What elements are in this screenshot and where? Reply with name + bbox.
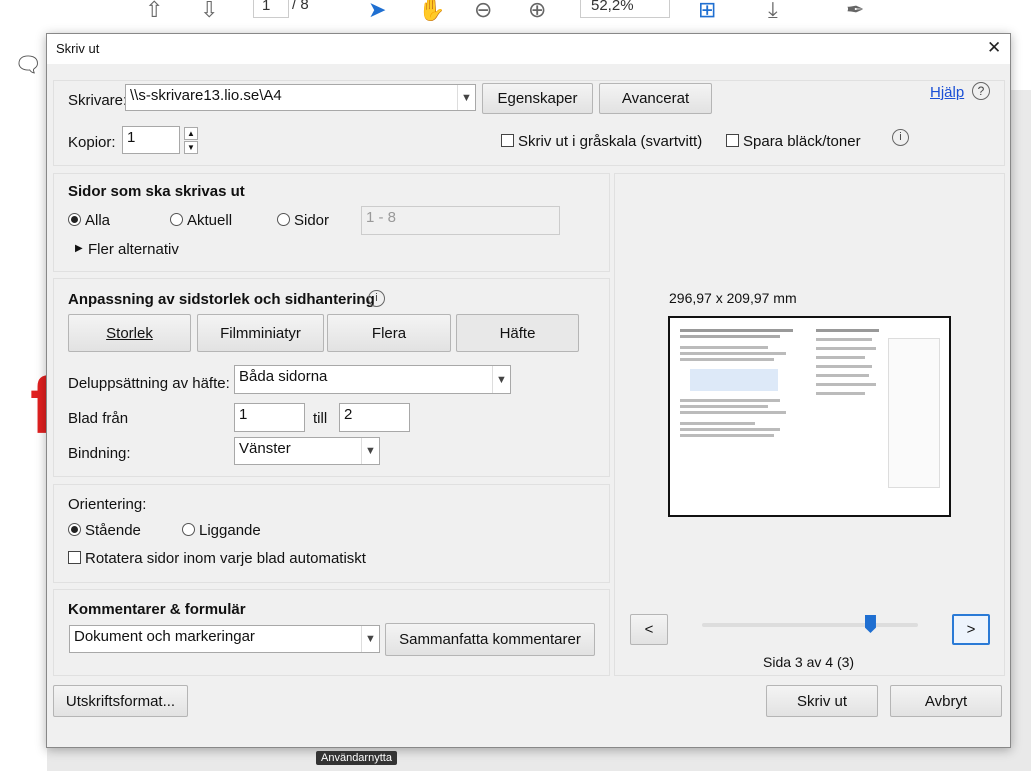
info-icon[interactable]: i <box>892 129 909 146</box>
copies-label: Kopior: <box>68 134 116 151</box>
page-range-radio[interactable] <box>277 213 290 226</box>
page-preview <box>668 316 951 517</box>
reader-toolbar: ⇧ ⇩ 1 / 8 ➤ ✋ ⊖ ⊕ 52,2% ⊞ ⤓ ✒ <box>0 0 1031 30</box>
paper-size-label: 296,97 x 209,97 mm <box>669 290 797 306</box>
tab-thumbnails[interactable]: Filmminiatyr <box>197 314 324 352</box>
copies-up-icon[interactable]: ▲ <box>184 127 198 140</box>
save-ink-label: Spara bläck/toner <box>743 133 861 150</box>
help-icon[interactable]: ? <box>972 82 990 100</box>
to-label: till <box>313 410 328 427</box>
page-range-label: Sidor <box>294 212 330 229</box>
auto-rotate-checkbox[interactable] <box>68 551 81 564</box>
orientation-panel: Orientering: Stående Liggande Rotatera s… <box>53 484 610 583</box>
printer-value: \\s-skrivare13.lio.se\A4 <box>130 87 282 104</box>
binding-select[interactable]: Vänster ▼ <box>234 437 380 465</box>
advanced-button[interactable]: Avancerat <box>599 83 712 114</box>
tab-booklet[interactable]: Häfte <box>456 314 579 352</box>
comments-panel: Kommentarer & formulär Dokument och mark… <box>53 589 610 676</box>
select-arrow-icon[interactable]: ➤ <box>368 0 386 21</box>
printer-label: Skrivare: <box>68 92 128 109</box>
chevron-down-icon: ▼ <box>361 626 379 652</box>
preview-left-page <box>680 326 805 506</box>
page-slider-thumb[interactable] <box>864 615 876 633</box>
comments-value: Dokument och markeringar <box>74 628 255 645</box>
sign-icon[interactable]: ✒ <box>846 0 864 21</box>
print-dialog: Skriv ut ✕ Skrivare: \\s-skrivare13.lio.… <box>46 33 1011 748</box>
sheets-to-input[interactable]: 2 <box>339 403 410 432</box>
close-icon[interactable]: ✕ <box>987 38 1001 58</box>
all-pages-radio[interactable] <box>68 213 81 226</box>
zoom-input[interactable]: 52,2% <box>580 0 670 18</box>
comments-select[interactable]: Dokument och markeringar ▼ <box>69 625 380 653</box>
preview-phone-mockup <box>888 338 940 488</box>
chevron-down-icon: ▼ <box>457 85 475 110</box>
auto-rotate-label: Rotatera sidor inom varje blad automatis… <box>85 550 366 567</box>
left-panel: 🗨 f <box>0 30 57 771</box>
sizing-section-title: Anpassning av sidstorlek och sidhanterin… <box>68 291 375 308</box>
page-total: / 8 <box>292 0 309 13</box>
print-button[interactable]: Skriv ut <box>766 685 878 717</box>
zoom-out-icon[interactable]: ⊖ <box>474 0 492 21</box>
hand-tool-icon[interactable]: ✋ <box>418 0 445 21</box>
all-pages-label: Alla <box>85 212 111 229</box>
prev-page-button[interactable]: < <box>630 614 668 645</box>
booklet-subset-label: Deluppsättning av häfte: <box>68 375 230 392</box>
current-page-label: Aktuell <box>187 212 233 229</box>
properties-button[interactable]: Egenskaper <box>482 83 593 114</box>
portrait-label: Stående <box>85 522 141 539</box>
next-page-button[interactable]: > <box>952 614 990 645</box>
pages-section-title: Sidor som ska skrivas ut <box>68 183 245 200</box>
printer-select[interactable]: \\s-skrivare13.lio.se\A4 ▼ <box>125 84 476 111</box>
preview-right-text <box>816 326 886 506</box>
sheets-from-label: Blad från <box>68 410 129 427</box>
copies-input[interactable]: 1 <box>122 126 180 154</box>
binding-value: Vänster <box>239 440 291 457</box>
zoom-in-icon[interactable]: ⊕ <box>528 0 546 21</box>
cancel-button[interactable]: Avbryt <box>890 685 1002 717</box>
page-slider-track[interactable] <box>702 623 918 627</box>
portrait-radio[interactable] <box>68 523 81 536</box>
preview-panel: 296,97 x 209,97 mm < > Sida 3 av 4 (3) <box>614 173 1005 676</box>
page-setup-button[interactable]: Utskriftsformat... <box>53 685 188 717</box>
dialog-title: Skriv ut <box>56 41 100 56</box>
orientation-title: Orientering: <box>68 496 147 513</box>
chevron-down-icon: ▼ <box>361 438 379 464</box>
info-icon[interactable]: i <box>368 290 385 307</box>
fit-page-icon[interactable]: ⊞ <box>698 0 716 21</box>
comments-section-title: Kommentarer & formulär <box>68 601 246 618</box>
pages-panel: Sidor som ska skrivas ut Alla Aktuell Si… <box>53 173 610 272</box>
expand-triangle-icon[interactable]: ▶ <box>75 243 83 254</box>
grayscale-label: Skriv ut i gråskala (svartvitt) <box>518 133 703 150</box>
page-number-input[interactable]: 1 <box>253 0 289 18</box>
sheets-from-input[interactable]: 1 <box>234 403 305 432</box>
help-link[interactable]: Hjälp <box>930 84 964 101</box>
tab-size[interactable]: Storlek <box>68 314 191 352</box>
printer-panel: Skrivare: \\s-skrivare13.lio.se\A4 ▼ Ege… <box>53 80 1005 166</box>
tab-multiple[interactable]: Flera <box>327 314 451 352</box>
page-up-icon[interactable]: ⇧ <box>145 0 163 21</box>
save-ink-checkbox[interactable] <box>726 134 739 147</box>
copies-down-icon[interactable]: ▼ <box>184 141 198 154</box>
current-page-radio[interactable] <box>170 213 183 226</box>
scroll-mode-icon[interactable]: ⤓ <box>768 0 778 21</box>
tooltip: Användarnytta <box>316 751 397 765</box>
page-info: Sida 3 av 4 (3) <box>763 654 855 670</box>
sizing-panel: Anpassning av sidstorlek och sidhanterin… <box>53 278 610 477</box>
booklet-subset-value: Båda sidorna <box>239 368 328 385</box>
more-options-link[interactable]: Fler alternativ <box>88 241 179 258</box>
page-range-input[interactable]: 1 - 8 <box>361 206 560 235</box>
landscape-label: Liggande <box>199 522 261 539</box>
booklet-subset-select[interactable]: Båda sidorna ▼ <box>234 365 511 394</box>
dialog-titlebar: Skriv ut ✕ <box>47 34 1010 64</box>
summarize-comments-button[interactable]: Sammanfatta kommentarer <box>385 623 595 656</box>
binding-label: Bindning: <box>68 445 131 462</box>
comment-icon[interactable]: 🗨 <box>14 52 42 78</box>
chevron-down-icon: ▼ <box>492 366 510 393</box>
grayscale-checkbox[interactable] <box>501 134 514 147</box>
page-down-icon[interactable]: ⇩ <box>200 0 218 21</box>
landscape-radio[interactable] <box>182 523 195 536</box>
